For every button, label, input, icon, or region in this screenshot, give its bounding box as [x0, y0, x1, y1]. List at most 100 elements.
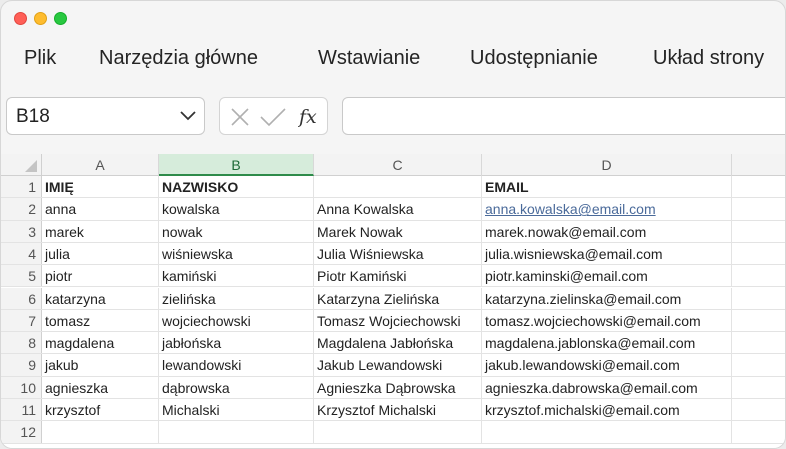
cell-e-row-6[interactable]: [732, 288, 785, 309]
menu-home[interactable]: Narzędzia główne: [99, 47, 258, 70]
column-header-e[interactable]: [732, 154, 785, 176]
table-row: 11 krzysztof Michalski Krzysztof Michalski k…: [1, 399, 785, 422]
cell-d-row-7[interactable]: tomasz.wojciechowski@email.com: [482, 309, 732, 332]
cell-d-row-2[interactable]: anna.kowalska@email.com: [482, 198, 732, 220]
cell-e-row-12[interactable]: [732, 421, 785, 442]
zoom-window-button[interactable]: [54, 12, 67, 25]
cell-d-row-4[interactable]: julia.wisniewska@email.com: [482, 242, 732, 265]
table-row: 1 IMIĘ NAZWISKO EMAIL: [1, 176, 785, 199]
cell-e-row-1[interactable]: [732, 176, 785, 197]
cell-e-row-3[interactable]: [732, 221, 785, 242]
formula-actions: fx: [219, 97, 328, 135]
column-header-a[interactable]: A: [42, 154, 159, 176]
cancel-icon[interactable]: [230, 107, 250, 127]
cell-c-row-1[interactable]: [314, 176, 482, 198]
cell-a-row-1[interactable]: IMIĘ: [42, 176, 159, 198]
cell-b-row-12[interactable]: [159, 421, 314, 443]
cell-c-row-6[interactable]: Katarzyna Zielińska: [314, 287, 482, 309]
cell-d-row-3[interactable]: marek.nowak@email.com: [482, 220, 732, 242]
table-row: 2 anna kowalska Anna Kowalska anna.kowalska@…: [1, 198, 785, 221]
row-header[interactable]: 6: [1, 287, 42, 309]
cell-c-row-5[interactable]: Piotr Kamiński: [314, 265, 482, 287]
cell-b-row-2[interactable]: kowalska: [159, 198, 314, 220]
formula-input[interactable]: [342, 97, 785, 135]
cell-c-row-3[interactable]: Marek Nowak: [314, 220, 482, 242]
cell-b-row-4[interactable]: wiśniewska: [159, 242, 314, 265]
cell-e-row-5[interactable]: [732, 265, 785, 286]
cell-a-row-7[interactable]: tomasz: [42, 309, 159, 332]
function-fx-icon[interactable]: fx: [298, 104, 322, 130]
minimize-window-button[interactable]: [34, 12, 47, 25]
spreadsheet-window: Plik Narzędzia główne Wstawianie Udostęp…: [0, 0, 786, 449]
row-header[interactable]: 10: [1, 376, 42, 398]
column-header-b[interactable]: B: [159, 154, 314, 176]
cell-d-row-12[interactable]: [482, 421, 732, 443]
cell-a-row-10[interactable]: agnieszka: [42, 376, 159, 398]
cell-b-row-6[interactable]: zielińska: [159, 287, 314, 309]
cell-a-row-9[interactable]: jakub: [42, 354, 159, 376]
cell-c-row-2[interactable]: Anna Kowalska: [314, 198, 482, 220]
row-header[interactable]: 5: [1, 265, 42, 287]
cell-b-row-3[interactable]: nowak: [159, 220, 314, 242]
cell-b-row-9[interactable]: lewandowski: [159, 354, 314, 376]
cell-a-row-2[interactable]: anna: [42, 198, 159, 220]
cell-d-row-5[interactable]: piotr.kaminski@email.com: [482, 265, 732, 287]
cell-d-row-11[interactable]: krzysztof.michalski@email.com: [482, 399, 732, 421]
cell-e-row-10[interactable]: [732, 377, 785, 398]
cell-b-row-1[interactable]: NAZWISKO: [159, 176, 314, 198]
cell-d-row-10[interactable]: agnieszka.dabrowska@email.com: [482, 376, 732, 398]
cell-c-row-9[interactable]: Jakub Lewandowski: [314, 354, 482, 376]
row-header[interactable]: 4: [1, 242, 42, 265]
menu-share[interactable]: Udostępnianie: [470, 47, 598, 70]
row-header[interactable]: 1: [1, 176, 42, 198]
cell-b-row-11[interactable]: Michalski: [159, 399, 314, 421]
cell-b-row-10[interactable]: dąbrowska: [159, 376, 314, 398]
cell-d-row-6[interactable]: katarzyna.zielinska@email.com: [482, 287, 732, 309]
menu-insert[interactable]: Wstawianie: [318, 47, 420, 70]
cell-e-row-9[interactable]: [732, 354, 785, 375]
table-row: 3 marek nowak Marek Nowak marek.nowak@email.…: [1, 220, 785, 243]
cell-a-row-8[interactable]: magdalena: [42, 332, 159, 354]
cell-b-row-8[interactable]: jabłońska: [159, 332, 314, 354]
menu-file[interactable]: Plik: [24, 47, 56, 70]
row-header[interactable]: 11: [1, 399, 42, 421]
cell-d-row-1[interactable]: EMAIL: [482, 176, 732, 198]
table-row: 7 tomasz wojciechowski Tomasz Wojciechowski…: [1, 309, 785, 333]
column-header-d[interactable]: D: [482, 154, 732, 176]
name-box[interactable]: B18: [6, 97, 205, 135]
cell-a-row-5[interactable]: piotr: [42, 265, 159, 287]
cell-b-row-7[interactable]: wojciechowski: [159, 309, 314, 332]
cell-d-row-9[interactable]: jakub.lewandowski@email.com: [482, 354, 732, 376]
cell-c-row-10[interactable]: Agnieszka Dąbrowska: [314, 376, 482, 398]
table-row: 5 piotr kamiński Piotr Kamiński piotr.kamins…: [1, 265, 785, 288]
cell-e-row-8[interactable]: [732, 332, 785, 353]
cell-d-row-8[interactable]: magdalena.jablonska@email.com: [482, 332, 732, 354]
cell-a-row-6[interactable]: katarzyna: [42, 287, 159, 309]
confirm-check-icon[interactable]: [260, 107, 286, 127]
cell-a-row-3[interactable]: marek: [42, 220, 159, 242]
cell-c-row-7[interactable]: Tomasz Wojciechowski: [314, 309, 482, 332]
row-header[interactable]: 12: [1, 421, 42, 443]
cell-c-row-4[interactable]: Julia Wiśniewska: [314, 242, 482, 265]
cell-a-row-11[interactable]: krzysztof: [42, 399, 159, 421]
cell-e-row-4[interactable]: [732, 243, 785, 264]
column-header-c[interactable]: C: [314, 154, 482, 176]
cell-a-row-12[interactable]: [42, 421, 159, 443]
row-header[interactable]: 9: [1, 354, 42, 376]
menu-page-layout[interactable]: Układ strony: [653, 47, 764, 70]
row-header[interactable]: 3: [1, 220, 42, 242]
cell-c-row-8[interactable]: Magdalena Jabłońska: [314, 332, 482, 354]
cell-e-row-2[interactable]: [732, 198, 785, 219]
cell-e-row-11[interactable]: [732, 399, 785, 420]
cell-e-row-7[interactable]: [732, 310, 785, 331]
row-header[interactable]: 2: [1, 198, 42, 220]
cell-b-row-5[interactable]: kamiński: [159, 265, 314, 287]
cell-c-row-11[interactable]: Krzysztof Michalski: [314, 399, 482, 421]
cell-a-row-4[interactable]: julia: [42, 242, 159, 265]
name-box-value: B18: [16, 106, 50, 127]
select-all-corner[interactable]: [1, 154, 42, 176]
cell-c-row-12[interactable]: [314, 421, 482, 443]
row-header[interactable]: 8: [1, 332, 42, 354]
row-header[interactable]: 7: [1, 309, 42, 332]
close-window-button[interactable]: [14, 12, 27, 25]
